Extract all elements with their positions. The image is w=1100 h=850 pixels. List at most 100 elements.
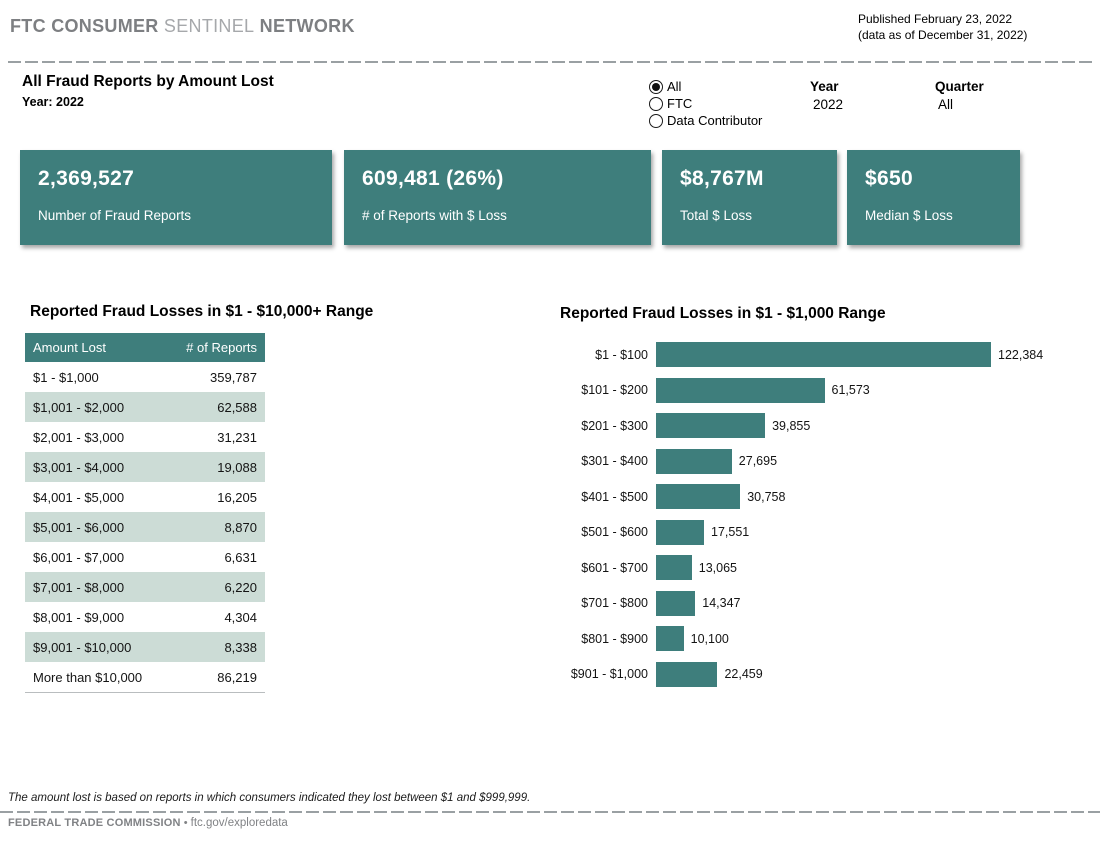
bar-value-label: 17,551 <box>711 525 749 539</box>
bar-row-101-200: $101 - $200 61,573 <box>560 373 1080 409</box>
bar-row-301-400: $301 - $400 27,695 <box>560 444 1080 480</box>
header-divider <box>8 61 1092 63</box>
quarter-filter-value[interactable]: All <box>935 97 984 112</box>
bar-category-label: $701 - $800 <box>560 596 656 610</box>
quarter-filter-label: Quarter <box>935 79 984 94</box>
bar-row-901-1-000: $901 - $1,00022,459 <box>560 657 1080 693</box>
bar[interactable] <box>656 662 717 687</box>
amount-lost-cell: $6,001 - $7,000 <box>25 542 167 572</box>
table-row-more-than-10-000[interactable]: More than $10,00086,219 <box>25 662 265 693</box>
bar-row-701-800: $701 - $800 14,347 <box>560 586 1080 622</box>
radio-unselected-icon[interactable] <box>649 97 663 111</box>
table-row-4-001-5-000[interactable]: $4,001 - $5,00016,205 <box>25 482 265 512</box>
radio-selected-icon[interactable] <box>649 80 663 94</box>
bar[interactable] <box>656 591 695 616</box>
table-row-1-001-2-000[interactable]: $1,001 - $2,00062,588 <box>25 392 265 422</box>
radio-unselected-icon[interactable] <box>649 114 663 128</box>
stat-cards-row: 2,369,527 Number of Fraud Reports 609,48… <box>20 150 1020 245</box>
bar[interactable] <box>656 342 991 367</box>
bar-category-label: $301 - $400 <box>560 454 656 468</box>
year-filter-label: Year <box>810 79 843 94</box>
report-count-cell: 6,220 <box>167 572 265 602</box>
bar-value-label: 61,573 <box>832 383 870 397</box>
report-count-cell: 86,219 <box>167 662 265 693</box>
loss-table-body: $1 - $1,000359,787$1,001 - $2,00062,588$… <box>25 362 265 693</box>
radio-option-all[interactable]: All <box>649 78 762 95</box>
radio-option-label: FTC <box>667 96 692 111</box>
data-as-of-date: (data as of December 31, 2022) <box>858 27 1027 43</box>
table-row-6-001-7-000[interactable]: $6,001 - $7,0006,631 <box>25 542 265 572</box>
table-row-3-001-4-000[interactable]: $3,001 - $4,00019,088 <box>25 452 265 482</box>
report-count-cell: 16,205 <box>167 482 265 512</box>
bar-value-label: 30,758 <box>747 490 785 504</box>
bar-row-201-300: $201 - $300 39,855 <box>560 408 1080 444</box>
report-count-cell: 19,088 <box>167 452 265 482</box>
brand-part-network: NETWORK <box>260 16 355 36</box>
stat-value: $650 <box>865 167 1002 191</box>
bar-category-label: $601 - $700 <box>560 561 656 575</box>
bar-value-label: 122,384 <box>998 348 1043 362</box>
bar[interactable] <box>656 484 740 509</box>
stat-value: 2,369,527 <box>38 167 314 191</box>
loss-table-title: Reported Fraud Losses in $1 - $10,000+ R… <box>30 303 373 321</box>
stat-value: $8,767M <box>680 167 819 191</box>
footer-bullet: • <box>184 817 188 829</box>
table-row-1-1-000[interactable]: $1 - $1,000359,787 <box>25 362 265 392</box>
bar-chart: $1 - $100 122,384 $101 - $200 61,573 $201 - … <box>560 337 1080 692</box>
report-count-cell: 8,870 <box>167 512 265 542</box>
bar-category-label: $801 - $900 <box>560 632 656 646</box>
bar-row-1-100: $1 - $100 122,384 <box>560 337 1080 373</box>
footer-org-line: FEDERAL TRADE COMMISSION • ftc.gov/explo… <box>8 817 288 829</box>
table-row-7-001-8-000[interactable]: $7,001 - $8,0006,220 <box>25 572 265 602</box>
bar-category-label: $401 - $500 <box>560 490 656 504</box>
amount-lost-cell: $3,001 - $4,000 <box>25 452 167 482</box>
amount-lost-cell: $8,001 - $9,000 <box>25 602 167 632</box>
radio-option-data-contributor[interactable]: Data Contributor <box>649 112 762 129</box>
bar-value-label: 14,347 <box>702 596 740 610</box>
amount-lost-cell: $9,001 - $10,000 <box>25 632 167 662</box>
bar-row-801-900: $801 - $90010,100 <box>560 621 1080 657</box>
table-row-8-001-9-000[interactable]: $8,001 - $9,0004,304 <box>25 602 265 632</box>
bar-category-label: $101 - $200 <box>560 383 656 397</box>
bar-value-label: 22,459 <box>724 667 762 681</box>
published-date: Published February 23, 2022 <box>858 11 1027 27</box>
amount-lost-cell: $7,001 - $8,000 <box>25 572 167 602</box>
radio-option-label: Data Contributor <box>667 113 762 128</box>
loss-table: Amount Lost # of Reports $1 - $1,000359,… <box>25 333 265 693</box>
amount-lost-cell: $5,001 - $6,000 <box>25 512 167 542</box>
bar-value-label: 39,855 <box>772 419 810 433</box>
page-title: All Fraud Reports by Amount Lost <box>22 73 274 91</box>
bar[interactable] <box>656 413 765 438</box>
brand-title: FTC CONSUMER SENTINEL NETWORK <box>10 16 355 37</box>
report-count-cell: 6,631 <box>167 542 265 572</box>
bar-row-401-500: $401 - $500 30,758 <box>560 479 1080 515</box>
stat-label: # of Reports with $ Loss <box>362 208 633 223</box>
bar[interactable] <box>656 520 704 545</box>
amount-lost-cell: More than $10,000 <box>25 662 167 693</box>
bar-category-label: $1 - $100 <box>560 348 656 362</box>
bar-category-label: $201 - $300 <box>560 419 656 433</box>
report-count-cell: 4,304 <box>167 602 265 632</box>
bar[interactable] <box>656 378 825 403</box>
radio-option-label: All <box>667 79 681 94</box>
radio-option-ftc[interactable]: FTC <box>649 95 762 112</box>
brand-part-sentinel: SENTINEL <box>164 16 254 36</box>
table-row-2-001-3-000[interactable]: $2,001 - $3,00031,231 <box>25 422 265 452</box>
stat-card-total-loss: $8,767M Total $ Loss <box>662 150 837 245</box>
report-count-cell: 62,588 <box>167 392 265 422</box>
footer-divider <box>0 811 1100 813</box>
table-row-5-001-6-000[interactable]: $5,001 - $6,0008,870 <box>25 512 265 542</box>
bar-row-501-600: $501 - $60017,551 <box>560 515 1080 551</box>
bar-value-label: 27,695 <box>739 454 777 468</box>
report-count-cell: 31,231 <box>167 422 265 452</box>
bar[interactable] <box>656 626 684 651</box>
amount-lost-cell: $4,001 - $5,000 <box>25 482 167 512</box>
year-filter-value[interactable]: 2022 <box>810 97 843 112</box>
bar[interactable] <box>656 555 692 580</box>
page-subtitle: Year: 2022 <box>22 95 84 109</box>
bar-chart-title: Reported Fraud Losses in $1 - $1,000 Ran… <box>560 305 886 323</box>
bar[interactable] <box>656 449 732 474</box>
table-row-9-001-10-000[interactable]: $9,001 - $10,0008,338 <box>25 632 265 662</box>
footer-link[interactable]: ftc.gov/exploredata <box>191 817 288 829</box>
bar-row-601-700: $601 - $70013,065 <box>560 550 1080 586</box>
